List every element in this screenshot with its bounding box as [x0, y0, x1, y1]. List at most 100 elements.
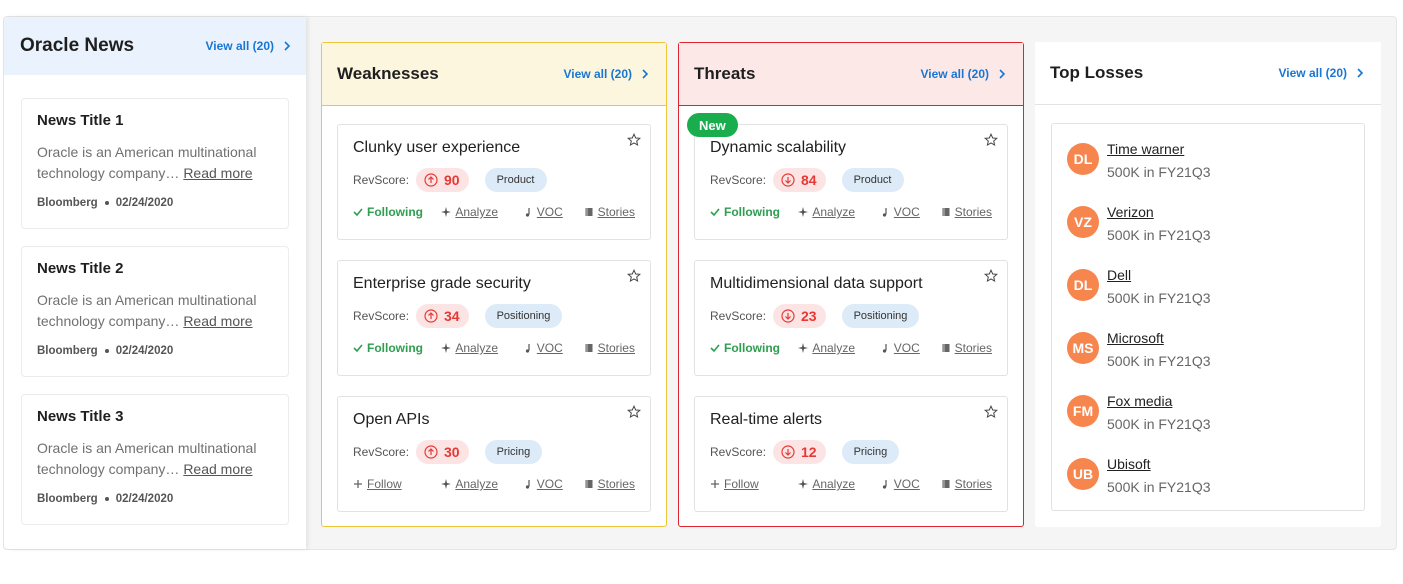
- read-more-link[interactable]: Read more: [183, 461, 252, 477]
- news-title[interactable]: News Title 1: [37, 112, 273, 129]
- weaknesses-view-all-link[interactable]: View all (20): [564, 67, 650, 81]
- insight-card[interactable]: Multidimensional data support RevScore: …: [694, 260, 1008, 376]
- sparkle-icon: [798, 343, 809, 353]
- analyze-link[interactable]: Analyze: [441, 341, 522, 355]
- top-losses-header: Top Losses View all (20): [1035, 42, 1381, 105]
- card-actions: Follow Analyze VOC Stories: [353, 476, 635, 492]
- news-card[interactable]: News Title 1 Oracle is an American multi…: [21, 98, 289, 229]
- voc-label: VOC: [536, 205, 563, 219]
- weaknesses-header: Weaknesses View all (20): [322, 43, 666, 106]
- following-button[interactable]: Following: [710, 205, 798, 219]
- following-button[interactable]: Following: [353, 205, 441, 219]
- card-title[interactable]: Multidimensional data support: [710, 275, 992, 293]
- card-title[interactable]: Dynamic scalability: [710, 139, 992, 157]
- insight-card[interactable]: Enterprise grade security RevScore: 34 P…: [337, 260, 651, 376]
- follow-button[interactable]: Follow: [353, 477, 441, 491]
- top-losses-view-all-link[interactable]: View all (20): [1279, 66, 1365, 80]
- news-source: Bloomberg: [37, 197, 98, 209]
- revscore-label: RevScore:: [353, 445, 410, 459]
- stories-link[interactable]: Stories: [941, 477, 992, 491]
- stories-link[interactable]: Stories: [584, 477, 635, 491]
- loss-account-link[interactable]: Time warner: [1107, 139, 1211, 159]
- star-icon[interactable]: [984, 269, 998, 283]
- analyze-link[interactable]: Analyze: [798, 205, 879, 219]
- card-title[interactable]: Enterprise grade security: [353, 275, 635, 293]
- insight-card[interactable]: Clunky user experience RevScore: 90 Prod…: [337, 124, 651, 240]
- star-icon[interactable]: [627, 133, 641, 147]
- card-actions: Following Analyze VOC Stories: [353, 204, 635, 220]
- loss-account-link[interactable]: Fox media: [1107, 391, 1211, 411]
- revscore-label: RevScore:: [353, 309, 410, 323]
- music-note-icon: [525, 208, 530, 217]
- oracle-news-title: Oracle News: [20, 35, 135, 56]
- insight-card[interactable]: Real-time alerts RevScore: 12 Pricing Fo…: [694, 396, 1008, 512]
- voc-link[interactable]: VOC: [880, 341, 941, 355]
- loss-account-link[interactable]: Verizon: [1107, 202, 1211, 222]
- news-date: 02/24/2020: [115, 197, 174, 209]
- news-date: 02/24/2020: [115, 345, 174, 357]
- news-meta: Bloomberg 02/24/2020: [37, 493, 273, 505]
- star-icon[interactable]: [627, 269, 641, 283]
- threats-view-all-link[interactable]: View all (20): [921, 67, 1007, 81]
- category-tag: Positioning: [484, 304, 563, 328]
- voc-link[interactable]: VOC: [523, 341, 584, 355]
- check-icon: [710, 344, 720, 353]
- star-icon[interactable]: [627, 405, 641, 419]
- loss-amount: 500K in FY21Q3: [1107, 479, 1211, 495]
- voc-link[interactable]: VOC: [523, 477, 584, 491]
- chevron-right-icon: [284, 41, 291, 51]
- news-title[interactable]: News Title 2: [37, 260, 273, 277]
- follow-button[interactable]: Follow: [710, 477, 798, 491]
- threats-panel: Threats View all (20) New Dynamic scalab…: [678, 42, 1024, 527]
- insight-card[interactable]: Dynamic scalability RevScore: 84 Product…: [694, 124, 1008, 240]
- book-icon: [585, 480, 593, 488]
- stories-label: Stories: [597, 205, 635, 219]
- follow-label: Following: [367, 341, 423, 355]
- avatar: DL: [1067, 143, 1099, 175]
- arrow-down-circle-icon: [781, 445, 795, 459]
- weaknesses-panel: Weaknesses View all (20) Clunky user exp…: [321, 42, 667, 527]
- oracle-news-header: Oracle News View all (20): [4, 17, 306, 75]
- star-icon[interactable]: [984, 405, 998, 419]
- arrow-up-circle-icon: [424, 445, 438, 459]
- oracle-news-view-all-link[interactable]: View all (20): [206, 39, 292, 53]
- read-more-link[interactable]: Read more: [183, 165, 252, 181]
- stories-link[interactable]: Stories: [584, 205, 635, 219]
- stories-link[interactable]: Stories: [584, 341, 635, 355]
- following-button[interactable]: Following: [353, 341, 441, 355]
- music-note-icon: [525, 480, 530, 489]
- analyze-link[interactable]: Analyze: [441, 477, 522, 491]
- revscore-value: 30: [444, 444, 460, 460]
- news-body: Oracle is an American multinational tech…: [37, 290, 273, 332]
- arrow-up-circle-icon: [424, 309, 438, 323]
- follow-label: Following: [724, 205, 780, 219]
- view-all-label: View all (20): [563, 67, 632, 81]
- voc-link[interactable]: VOC: [880, 477, 941, 491]
- following-button[interactable]: Following: [710, 341, 798, 355]
- loss-account-link[interactable]: Microsoft: [1107, 328, 1211, 348]
- news-title[interactable]: News Title 3: [37, 408, 273, 425]
- voc-link[interactable]: VOC: [880, 205, 941, 219]
- card-title[interactable]: Open APIs: [353, 411, 635, 429]
- follow-label: Follow: [367, 477, 402, 491]
- stories-link[interactable]: Stories: [941, 341, 992, 355]
- new-badge: New: [687, 113, 738, 137]
- card-actions: Following Analyze VOC Stories: [710, 340, 992, 356]
- card-title[interactable]: Clunky user experience: [353, 139, 635, 157]
- category-tag: Pricing: [841, 440, 900, 464]
- read-more-link[interactable]: Read more: [183, 313, 252, 329]
- loss-account-link[interactable]: Ubisoft: [1107, 454, 1211, 474]
- news-card[interactable]: News Title 2 Oracle is an American multi…: [21, 246, 289, 377]
- loss-amount: 500K in FY21Q3: [1107, 353, 1211, 369]
- voc-link[interactable]: VOC: [523, 205, 584, 219]
- analyze-link[interactable]: Analyze: [441, 205, 522, 219]
- loss-account-link[interactable]: Dell: [1107, 265, 1211, 285]
- analyze-label: Analyze: [812, 341, 856, 355]
- star-icon[interactable]: [984, 133, 998, 147]
- stories-link[interactable]: Stories: [941, 205, 992, 219]
- card-title[interactable]: Real-time alerts: [710, 411, 992, 429]
- analyze-link[interactable]: Analyze: [798, 341, 879, 355]
- news-card[interactable]: News Title 3 Oracle is an American multi…: [21, 394, 289, 525]
- insight-card[interactable]: Open APIs RevScore: 30 Pricing Follow An…: [337, 396, 651, 512]
- analyze-link[interactable]: Analyze: [798, 477, 879, 491]
